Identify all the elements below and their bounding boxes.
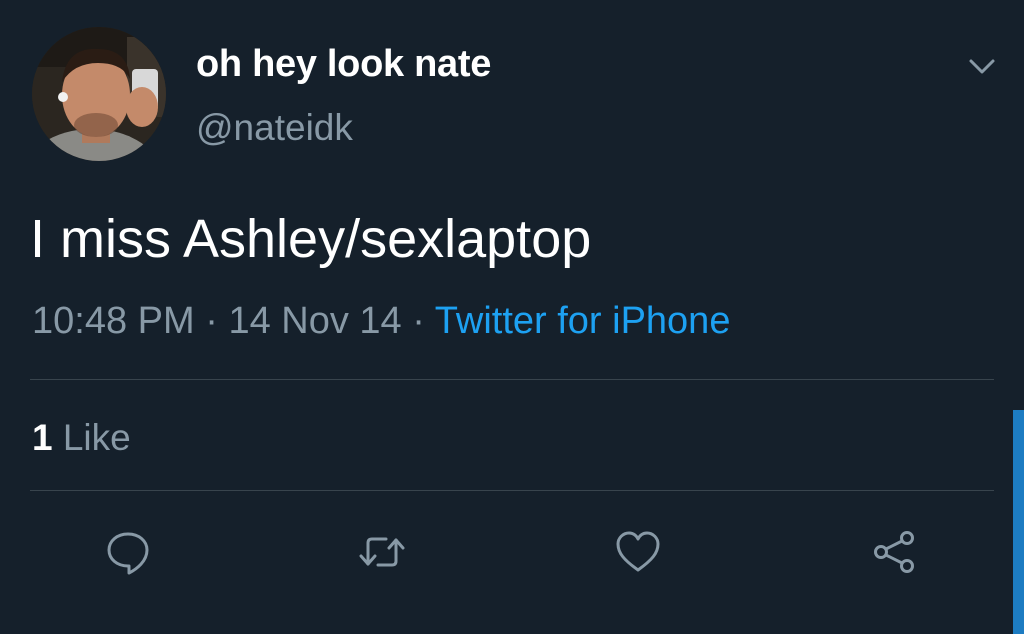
- scrollbar[interactable]: [1013, 410, 1024, 634]
- tweet-text: I miss Ashley/sexlaptop: [30, 209, 592, 269]
- share-icon[interactable]: [870, 528, 918, 576]
- retweet-icon[interactable]: [358, 528, 406, 576]
- tweet-source-link[interactable]: Twitter for iPhone: [435, 300, 731, 342]
- user-handle[interactable]: @nateidk: [196, 106, 353, 150]
- heart-icon[interactable]: [614, 528, 662, 576]
- tweet-meta: 10:48 PM · 14 Nov 14 · Twitter for iPhon…: [32, 298, 730, 344]
- avatar[interactable]: [32, 27, 166, 161]
- divider: [30, 379, 994, 380]
- likes-label: Like: [62, 417, 131, 458]
- divider: [30, 490, 994, 491]
- avatar-photo: [32, 27, 166, 161]
- display-name[interactable]: oh hey look nate: [196, 42, 491, 86]
- reply-icon[interactable]: [104, 528, 152, 576]
- tweet-date: 14 Nov 14: [228, 300, 402, 342]
- chevron-down-icon[interactable]: [964, 48, 1000, 84]
- likes-count: 1: [32, 417, 53, 458]
- meta-separator: ·: [205, 300, 218, 342]
- tweet-card: oh hey look nate @nateidk I miss Ashley/…: [0, 0, 1024, 634]
- tweet-time: 10:48 PM: [32, 300, 195, 342]
- meta-separator: ·: [412, 300, 425, 342]
- likes-stat[interactable]: 1 Like: [32, 416, 131, 460]
